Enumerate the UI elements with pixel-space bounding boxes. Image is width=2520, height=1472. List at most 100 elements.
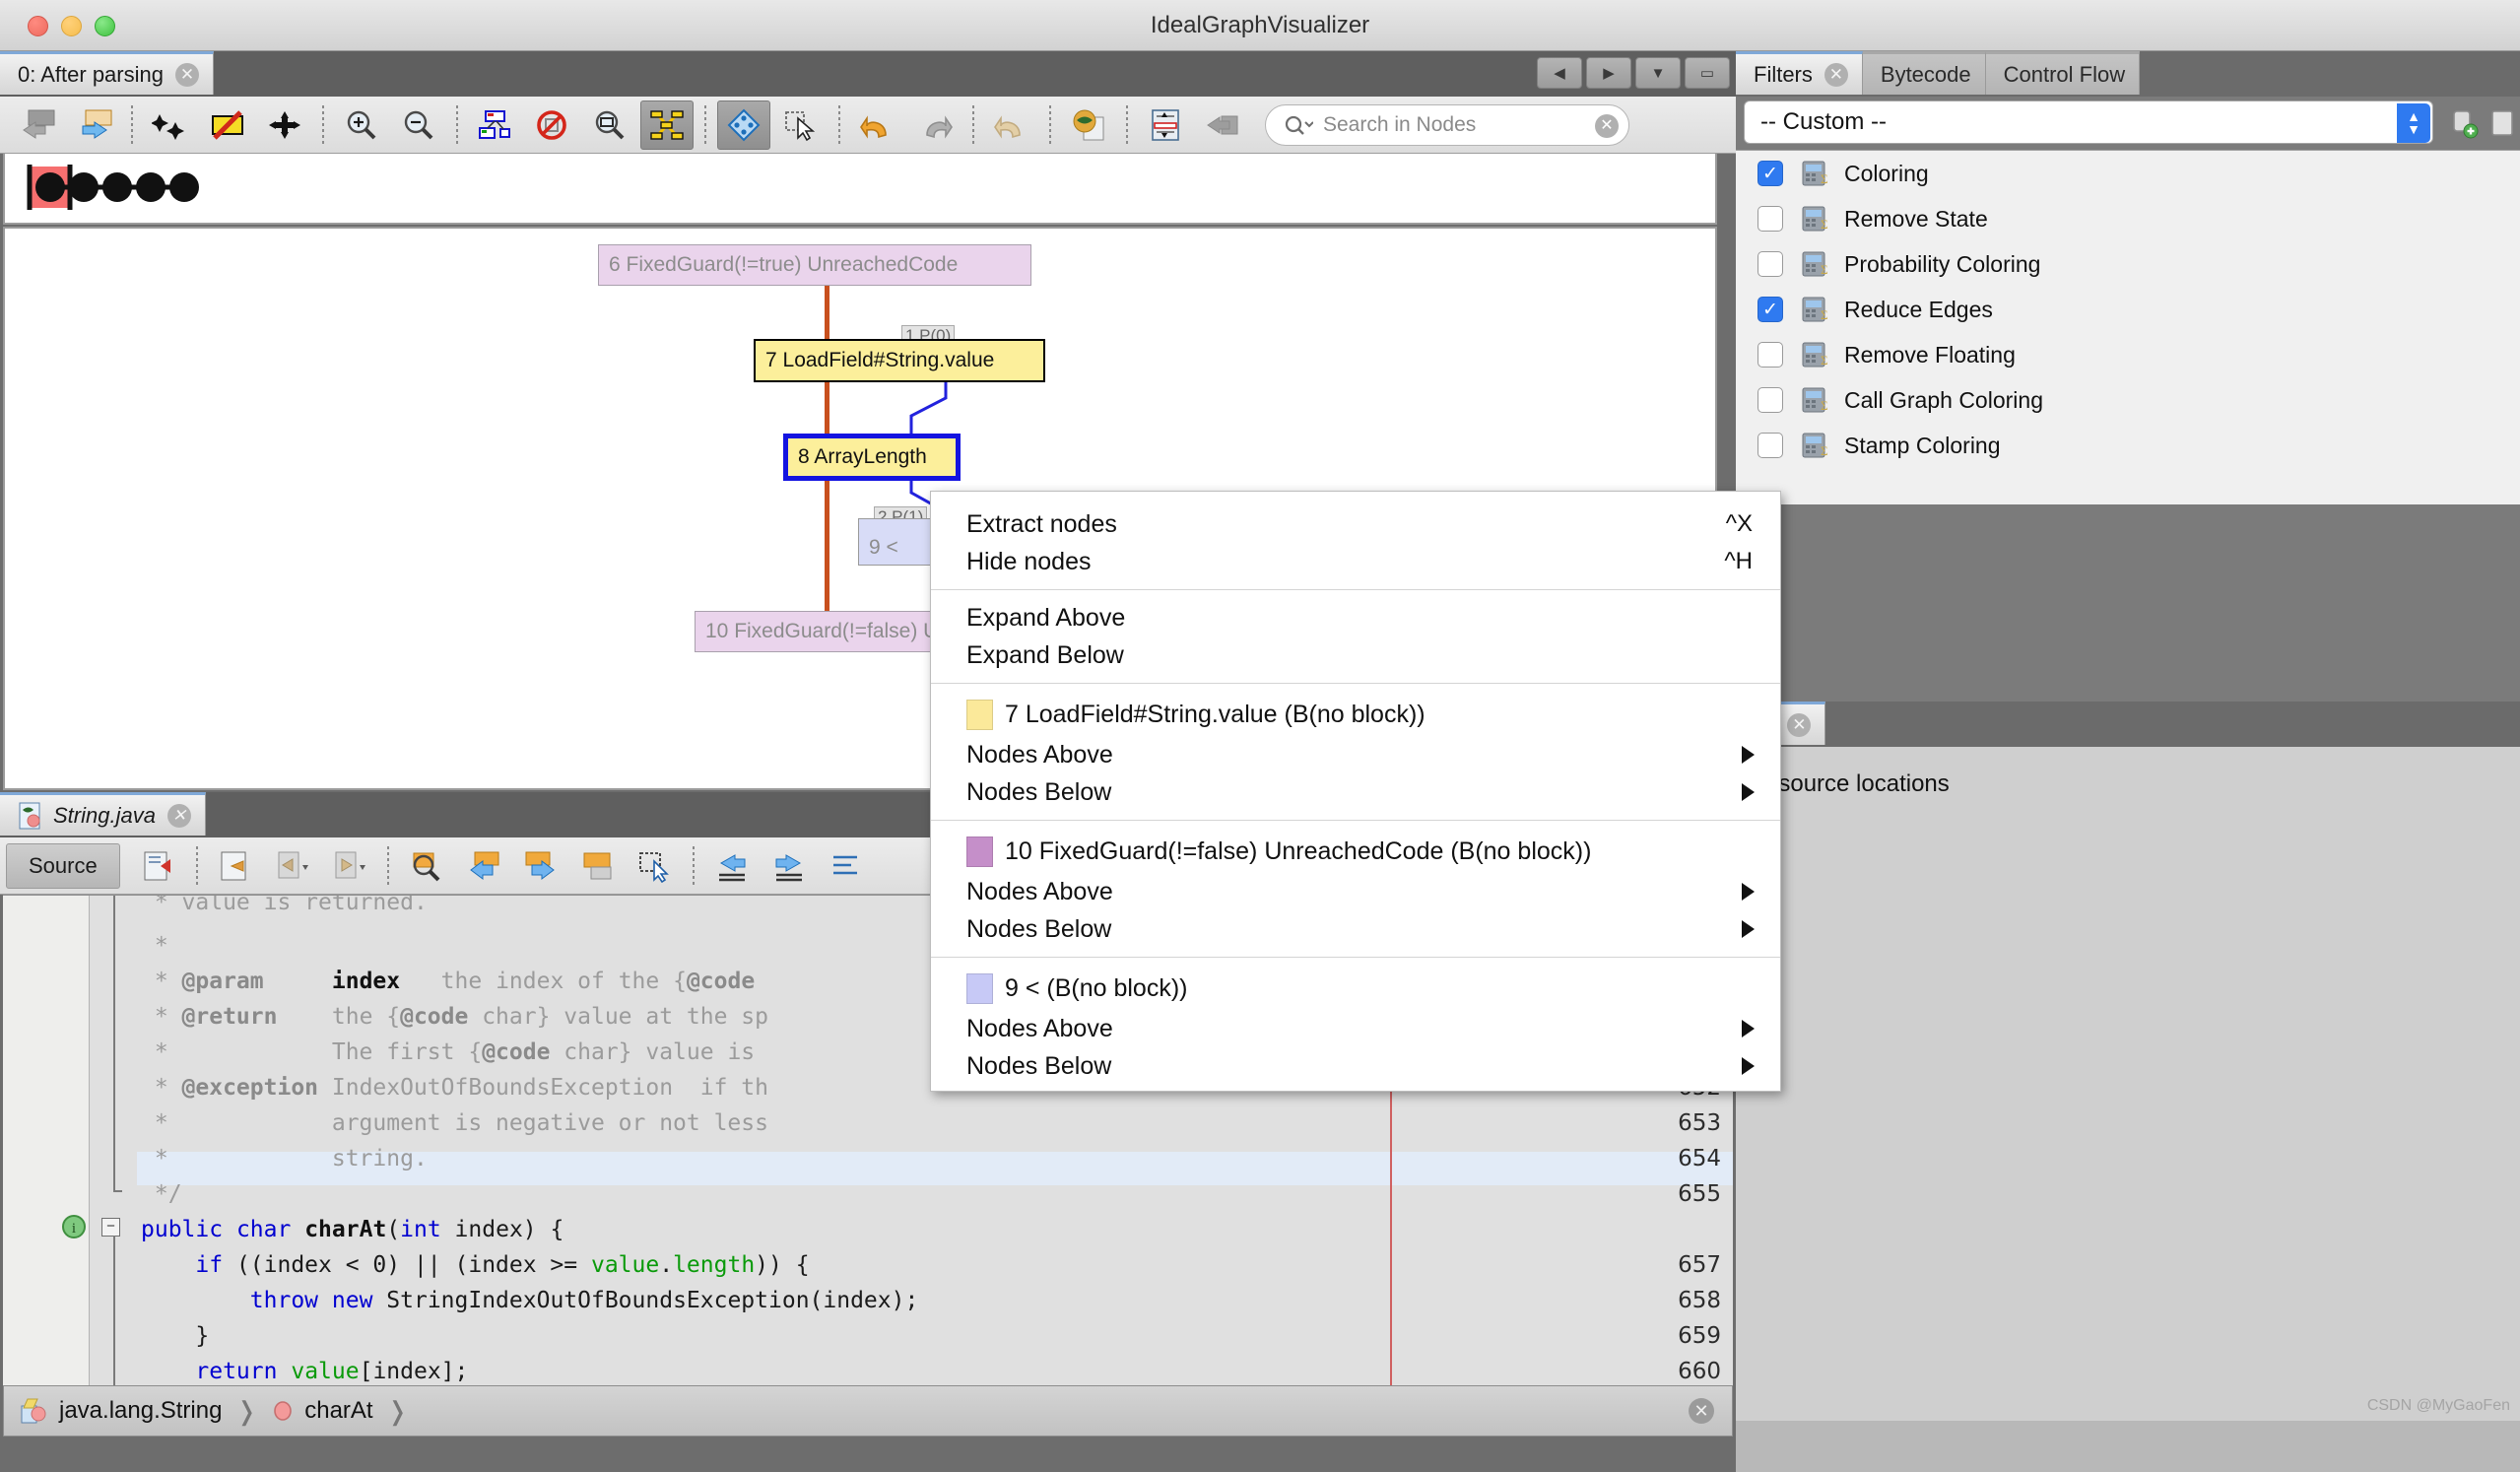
zoom-out-button[interactable] [392,100,445,150]
stepper-icon[interactable]: ▲ ▼ [2397,103,2430,143]
forward-button[interactable] [323,841,376,891]
close-icon[interactable]: ✕ [174,62,199,87]
filter-checkbox[interactable] [1757,342,1783,368]
filter-row-remove-state[interactable]: Σ Remove State [1736,196,2520,241]
shift-line-left-button[interactable] [132,841,185,891]
filter-checkbox[interactable]: ✓ [1757,161,1783,186]
add-filter-icon[interactable] [2447,106,2481,140]
info-badge-icon[interactable]: i [60,1213,88,1240]
code-line: * [141,933,168,959]
menu-item-node9-nodes-above[interactable]: Nodes Above [931,1010,1780,1047]
prev-graph-button[interactable]: ◀ [1537,57,1582,89]
maximize-window-button[interactable]: ▭ [1685,57,1730,89]
close-icon[interactable]: ✕ [1689,1398,1714,1424]
code-line: } [141,1323,210,1349]
svg-text:Σ: Σ [1821,307,1828,322]
close-icon[interactable]: ✕ [1824,62,1848,87]
export-button[interactable] [1196,100,1249,150]
filter-row-remove-floating[interactable]: Σ Remove Floating [1736,332,2520,377]
graph-chain-strip[interactable] [3,154,1717,225]
node-context-menu[interactable]: Extract nodes ^X Hide nodes ^H Expand Ab… [930,491,1781,1092]
tab-filters[interactable]: Filters ✕ [1736,51,1863,95]
format-button[interactable] [820,841,873,891]
filter-checkbox[interactable] [1757,206,1783,232]
filter-row-stamp-coloring[interactable]: Σ Stamp Coloring [1736,423,2520,468]
filter-preset-select[interactable]: -- Custom -- ▲ ▼ [1744,100,2433,144]
toggle-bookmark-button[interactable] [571,841,625,891]
zoom-in-button[interactable] [335,100,388,150]
undo-button[interactable] [851,100,904,150]
back-button[interactable] [266,841,319,891]
cluster-layout-button[interactable] [640,100,694,150]
tab-bytecode[interactable]: Bytecode [1862,51,1986,95]
menu-item-label: Nodes Below [966,1051,1112,1080]
redo-button[interactable] [908,100,962,150]
hide-nodes-button[interactable] [201,100,254,150]
filter-row-reduce-edges[interactable]: ✓ Σ Reduce Edges [1736,287,2520,332]
filter-checkbox[interactable]: ✓ [1757,297,1783,322]
clear-search-icon[interactable]: ✕ [1595,113,1619,138]
chevron-right-icon [1742,1020,1755,1037]
filter-row-call-graph-coloring[interactable]: Σ Call Graph Coloring [1736,377,2520,423]
filter-checkbox[interactable] [1757,433,1783,458]
filter-label: Probability Coloring [1844,250,2041,277]
diff-graphs-button[interactable] [1139,100,1192,150]
filter-checkbox[interactable] [1757,387,1783,413]
close-icon[interactable]: ✕ [1787,712,1812,737]
go-to-source-button[interactable] [209,841,262,891]
search-input[interactable]: Search in Nodes ✕ [1265,103,1629,146]
menu-item-node10-nodes-below[interactable]: Nodes Below [931,910,1780,948]
prev-view-button[interactable] [10,100,63,150]
menu-item-hide-nodes[interactable]: Hide nodes ^H [931,543,1780,580]
filter-list[interactable]: ✓ Σ Coloring Σ Remove State Σ Probabilit… [1736,150,2520,504]
revert-button[interactable] [985,100,1038,150]
tab-after-parsing[interactable]: 0: After parsing ✕ [0,51,214,95]
color-overview-button[interactable] [1062,100,1115,150]
filter-row-probability-coloring[interactable]: Σ Probability Coloring [1736,241,2520,287]
find-selection-button[interactable] [400,841,453,891]
show-all-nodes-button[interactable] [144,100,197,150]
pan-mode-button[interactable] [717,100,770,150]
tab-string-java[interactable]: String.java ✕ [0,792,206,836]
filter-script-icon: Σ [1802,206,1828,232]
extract-nodes-button[interactable] [258,100,311,150]
shift-right-button[interactable] [763,841,816,891]
tab-control-flow[interactable]: Control Flow [1985,51,2141,95]
show-graph-structure-button[interactable] [469,100,522,150]
menu-item-extract-nodes[interactable]: Extract nodes ^X [931,505,1780,543]
svg-text:i: i [72,1221,76,1237]
menu-item-expand-above[interactable]: Expand Above [931,599,1780,636]
menu-item-node9-nodes-below[interactable]: Nodes Below [931,1047,1780,1085]
filter-props-icon[interactable] [2490,106,2520,140]
source-button[interactable]: Source [6,842,120,889]
menu-item-accelerator: ^X [1725,510,1753,537]
svg-text:Σ: Σ [1821,443,1828,458]
graph-node-8[interactable]: 8 ArrayLength [783,434,961,481]
select-mode-button[interactable] [774,100,828,150]
filter-label: Stamp Coloring [1844,432,2001,458]
graph-node-6[interactable]: 6 FixedGuard(!=true) UnreachedCode [598,244,1031,286]
graph-node-7[interactable]: 7 LoadField#String.value [754,339,1045,382]
window-title: IdealGraphVisualizer [1150,12,1370,38]
zoom-fit-button[interactable] [583,100,636,150]
next-bookmark-button[interactable] [514,841,567,891]
next-bookmark-icon [525,851,555,880]
next-view-button[interactable] [67,100,120,150]
shift-left-button[interactable] [705,841,759,891]
code-line: return value[index]; [195,1359,469,1384]
filter-row-coloring[interactable]: ✓ Σ Coloring [1736,151,2520,196]
menu-item-expand-below[interactable]: Expand Below [931,636,1780,674]
menu-item-node10-nodes-above[interactable]: Nodes Above [931,873,1780,910]
graph-list-dropdown-button[interactable]: ▼ [1635,57,1681,89]
disable-layout-button[interactable] [526,100,579,150]
filter-script-icon: Σ [1802,297,1828,322]
filter-checkbox[interactable] [1757,251,1783,277]
next-graph-button[interactable]: ▶ [1586,57,1631,89]
menu-item-node7-nodes-below[interactable]: Nodes Below [931,773,1780,811]
pan-diamond-icon [727,108,761,141]
close-icon[interactable]: ✕ [166,803,191,828]
magnifier-plus-icon [347,110,376,139]
menu-item-node7-nodes-above[interactable]: Nodes Above [931,736,1780,773]
previous-bookmark-button[interactable] [457,841,510,891]
rectangular-selection-button[interactable] [629,841,682,891]
